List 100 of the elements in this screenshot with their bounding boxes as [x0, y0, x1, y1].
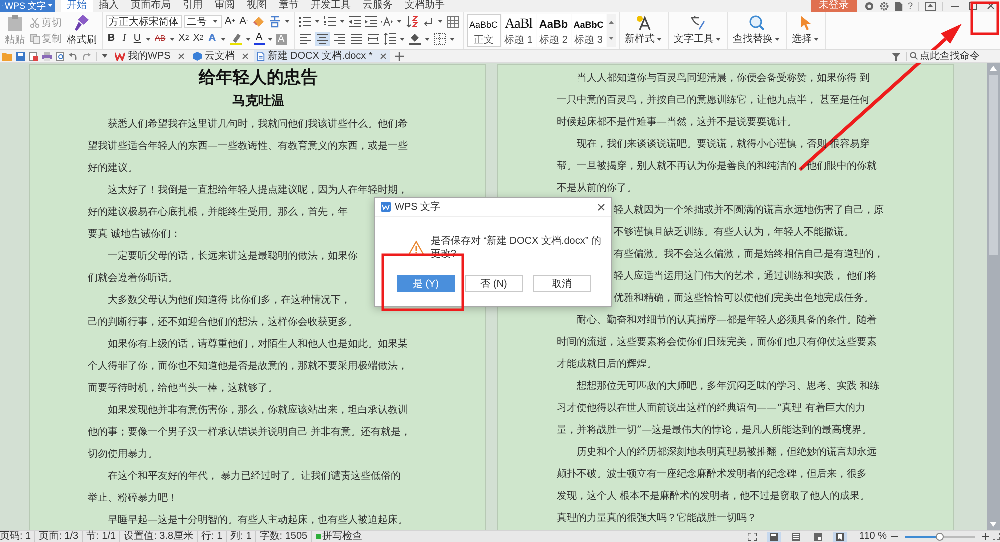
- caret-icon: [400, 38, 405, 41]
- align-button[interactable]: [332, 32, 347, 46]
- dialog-button[interactable]: 取消: [533, 275, 591, 292]
- close-icon[interactable]: [380, 52, 387, 60]
- spell-check-toggle[interactable]: 拼写检查: [316, 531, 363, 542]
- line-spacing-icon[interactable]: [384, 33, 396, 46]
- align-button[interactable]: [298, 32, 313, 46]
- export-icon[interactable]: [29, 52, 38, 60]
- paragraph-mark-icon[interactable]: [422, 16, 434, 28]
- slider-thumb[interactable]: [936, 532, 944, 540]
- tab-title: 云文档: [204, 50, 235, 63]
- caret-icon[interactable]: [46, 0, 55, 12]
- dialog-button[interactable]: 否 (N): [465, 275, 523, 292]
- format-button[interactable]: AB: [154, 32, 167, 46]
- text-line: 现在，我们来谈谈说谎吧。要说谎，就得小心谨慎，否则 很容易穿: [576, 138, 870, 152]
- scroll-up-icon[interactable]: [608, 20, 614, 24]
- style-option[interactable]: AaBbC 正文: [466, 14, 501, 47]
- caret-icon: [396, 20, 402, 24]
- pinyin-guide-icon[interactable]: [268, 16, 281, 28]
- print-preview-icon[interactable]: [56, 52, 65, 60]
- style-sample: AaBl: [505, 17, 533, 33]
- zoom-in-icon[interactable]: [982, 533, 989, 540]
- tool-button[interactable]: 新样式: [622, 15, 665, 46]
- format-button[interactable]: A: [206, 32, 218, 46]
- font-size-step-button[interactable]: A$^{-}$: [238, 14, 250, 29]
- text-line: 一只中意的百灵鸟，并按自己的意愿训练它，让他九点半， 甚至是任何: [557, 94, 870, 108]
- close-icon[interactable]: [242, 52, 249, 60]
- web-view-icon: [814, 532, 822, 540]
- caret-icon[interactable]: [102, 54, 108, 58]
- new-tab-icon[interactable]: [394, 52, 404, 60]
- close-icon[interactable]: [598, 204, 605, 210]
- tool-button[interactable]: 文字工具: [672, 15, 724, 46]
- align-button[interactable]: [348, 32, 364, 46]
- highlight-button[interactable]: [228, 32, 243, 46]
- view-button[interactable]: [833, 532, 848, 542]
- character-spacing-icon[interactable]: [380, 16, 393, 28]
- menu-tab[interactable]: 插入: [93, 0, 125, 12]
- text-line: 好的建议。: [88, 162, 138, 176]
- view-button[interactable]: [767, 532, 782, 542]
- font-size-field[interactable]: 二号: [184, 15, 222, 28]
- document-tab[interactable]: 云文档: [190, 50, 252, 62]
- caret-icon: [774, 38, 780, 40]
- scroll-thumb[interactable]: [989, 75, 998, 255]
- format-button[interactable]: I: [119, 32, 130, 46]
- document-tab[interactable]: 我的WPS: [112, 50, 188, 62]
- maximize-icon[interactable]: [968, 1, 978, 11]
- settings-icon[interactable]: [880, 2, 889, 10]
- text-line: 如果你有上级的话，请尊重他们，对陌生人和他人也是如此。如果某: [107, 338, 408, 352]
- menu-tab[interactable]: 引用: [177, 0, 209, 12]
- sort-icon[interactable]: [406, 16, 418, 28]
- format-button[interactable]: B: [106, 32, 117, 46]
- menu-tab[interactable]: 云服务: [357, 0, 399, 12]
- menu-tab[interactable]: 开发工具: [305, 0, 357, 12]
- text-line: 想想那位无可匹敌的大师吧，多年沉闷乏味的学习、思考、实践 和练: [576, 380, 880, 394]
- distribute-icon: [368, 34, 379, 44]
- view-button[interactable]: [745, 532, 760, 542]
- fill-bucket-icon[interactable]: [408, 33, 421, 46]
- pin-icon[interactable]: [925, 2, 936, 10]
- table-icon[interactable]: [446, 16, 459, 28]
- style-option[interactable]: AaBb 标题 2: [536, 14, 571, 47]
- skin-icon[interactable]: [864, 2, 874, 10]
- menu-tab[interactable]: 页面布局: [125, 0, 177, 12]
- align-button[interactable]: [314, 32, 330, 46]
- document-icon[interactable]: [894, 2, 903, 10]
- align-button[interactable]: [366, 32, 381, 46]
- border-icon[interactable]: [434, 33, 446, 46]
- menu-tab[interactable]: 视图: [241, 0, 273, 12]
- undo-icon[interactable]: [69, 52, 78, 60]
- text-line: 轻人就因为一个笨拙或并不圆满的谎言永远地伤害了自己，原: [614, 204, 884, 218]
- font-name-field[interactable]: 方正大标宋简体: [106, 15, 182, 28]
- style-name: 标题 2: [540, 34, 568, 47]
- status-text: 行: 1: [202, 531, 227, 542]
- print-icon[interactable]: [42, 52, 52, 60]
- eraser-icon[interactable]: [252, 16, 265, 28]
- document-tab[interactable]: 新建 DOCX 文档.docx *: [254, 50, 390, 62]
- save-icon[interactable]: [16, 52, 25, 60]
- tool-button[interactable]: 选择: [790, 15, 822, 46]
- decrease-indent-icon[interactable]: [348, 16, 361, 28]
- font-size-step-button[interactable]: A$^{+}$: [224, 14, 237, 29]
- menu-tab[interactable]: 开始: [61, 0, 93, 12]
- scroll-down-icon[interactable]: [608, 37, 614, 40]
- expand-icon[interactable]: [993, 533, 1000, 540]
- style-option[interactable]: AaBbC 标题 3: [572, 14, 606, 47]
- command-search-field[interactable]: 点此查找命令: [910, 50, 986, 62]
- format-button[interactable]: U: [132, 32, 143, 46]
- style-option[interactable]: AaBl 标题 1: [502, 14, 536, 47]
- numbered-list-icon[interactable]: [324, 16, 336, 28]
- increase-indent-icon[interactable]: [364, 16, 377, 28]
- format-button[interactable]: X$^{2}$: [178, 32, 190, 46]
- zoom-out-icon[interactable]: [891, 533, 898, 540]
- format-button[interactable]: A: [254, 33, 265, 46]
- scrollbar[interactable]: [987, 63, 1000, 530]
- status-text: 字数: 1505: [260, 531, 312, 542]
- format-painter-button[interactable]: 格式刷: [65, 14, 99, 47]
- bullet-list-icon[interactable]: [298, 16, 311, 28]
- help-button[interactable]: ?: [908, 1, 913, 11]
- tool-button[interactable]: 查找替换: [730, 15, 783, 46]
- redo-icon[interactable]: [82, 52, 91, 60]
- caret-icon: [284, 20, 290, 24]
- close-icon[interactable]: [178, 52, 185, 60]
